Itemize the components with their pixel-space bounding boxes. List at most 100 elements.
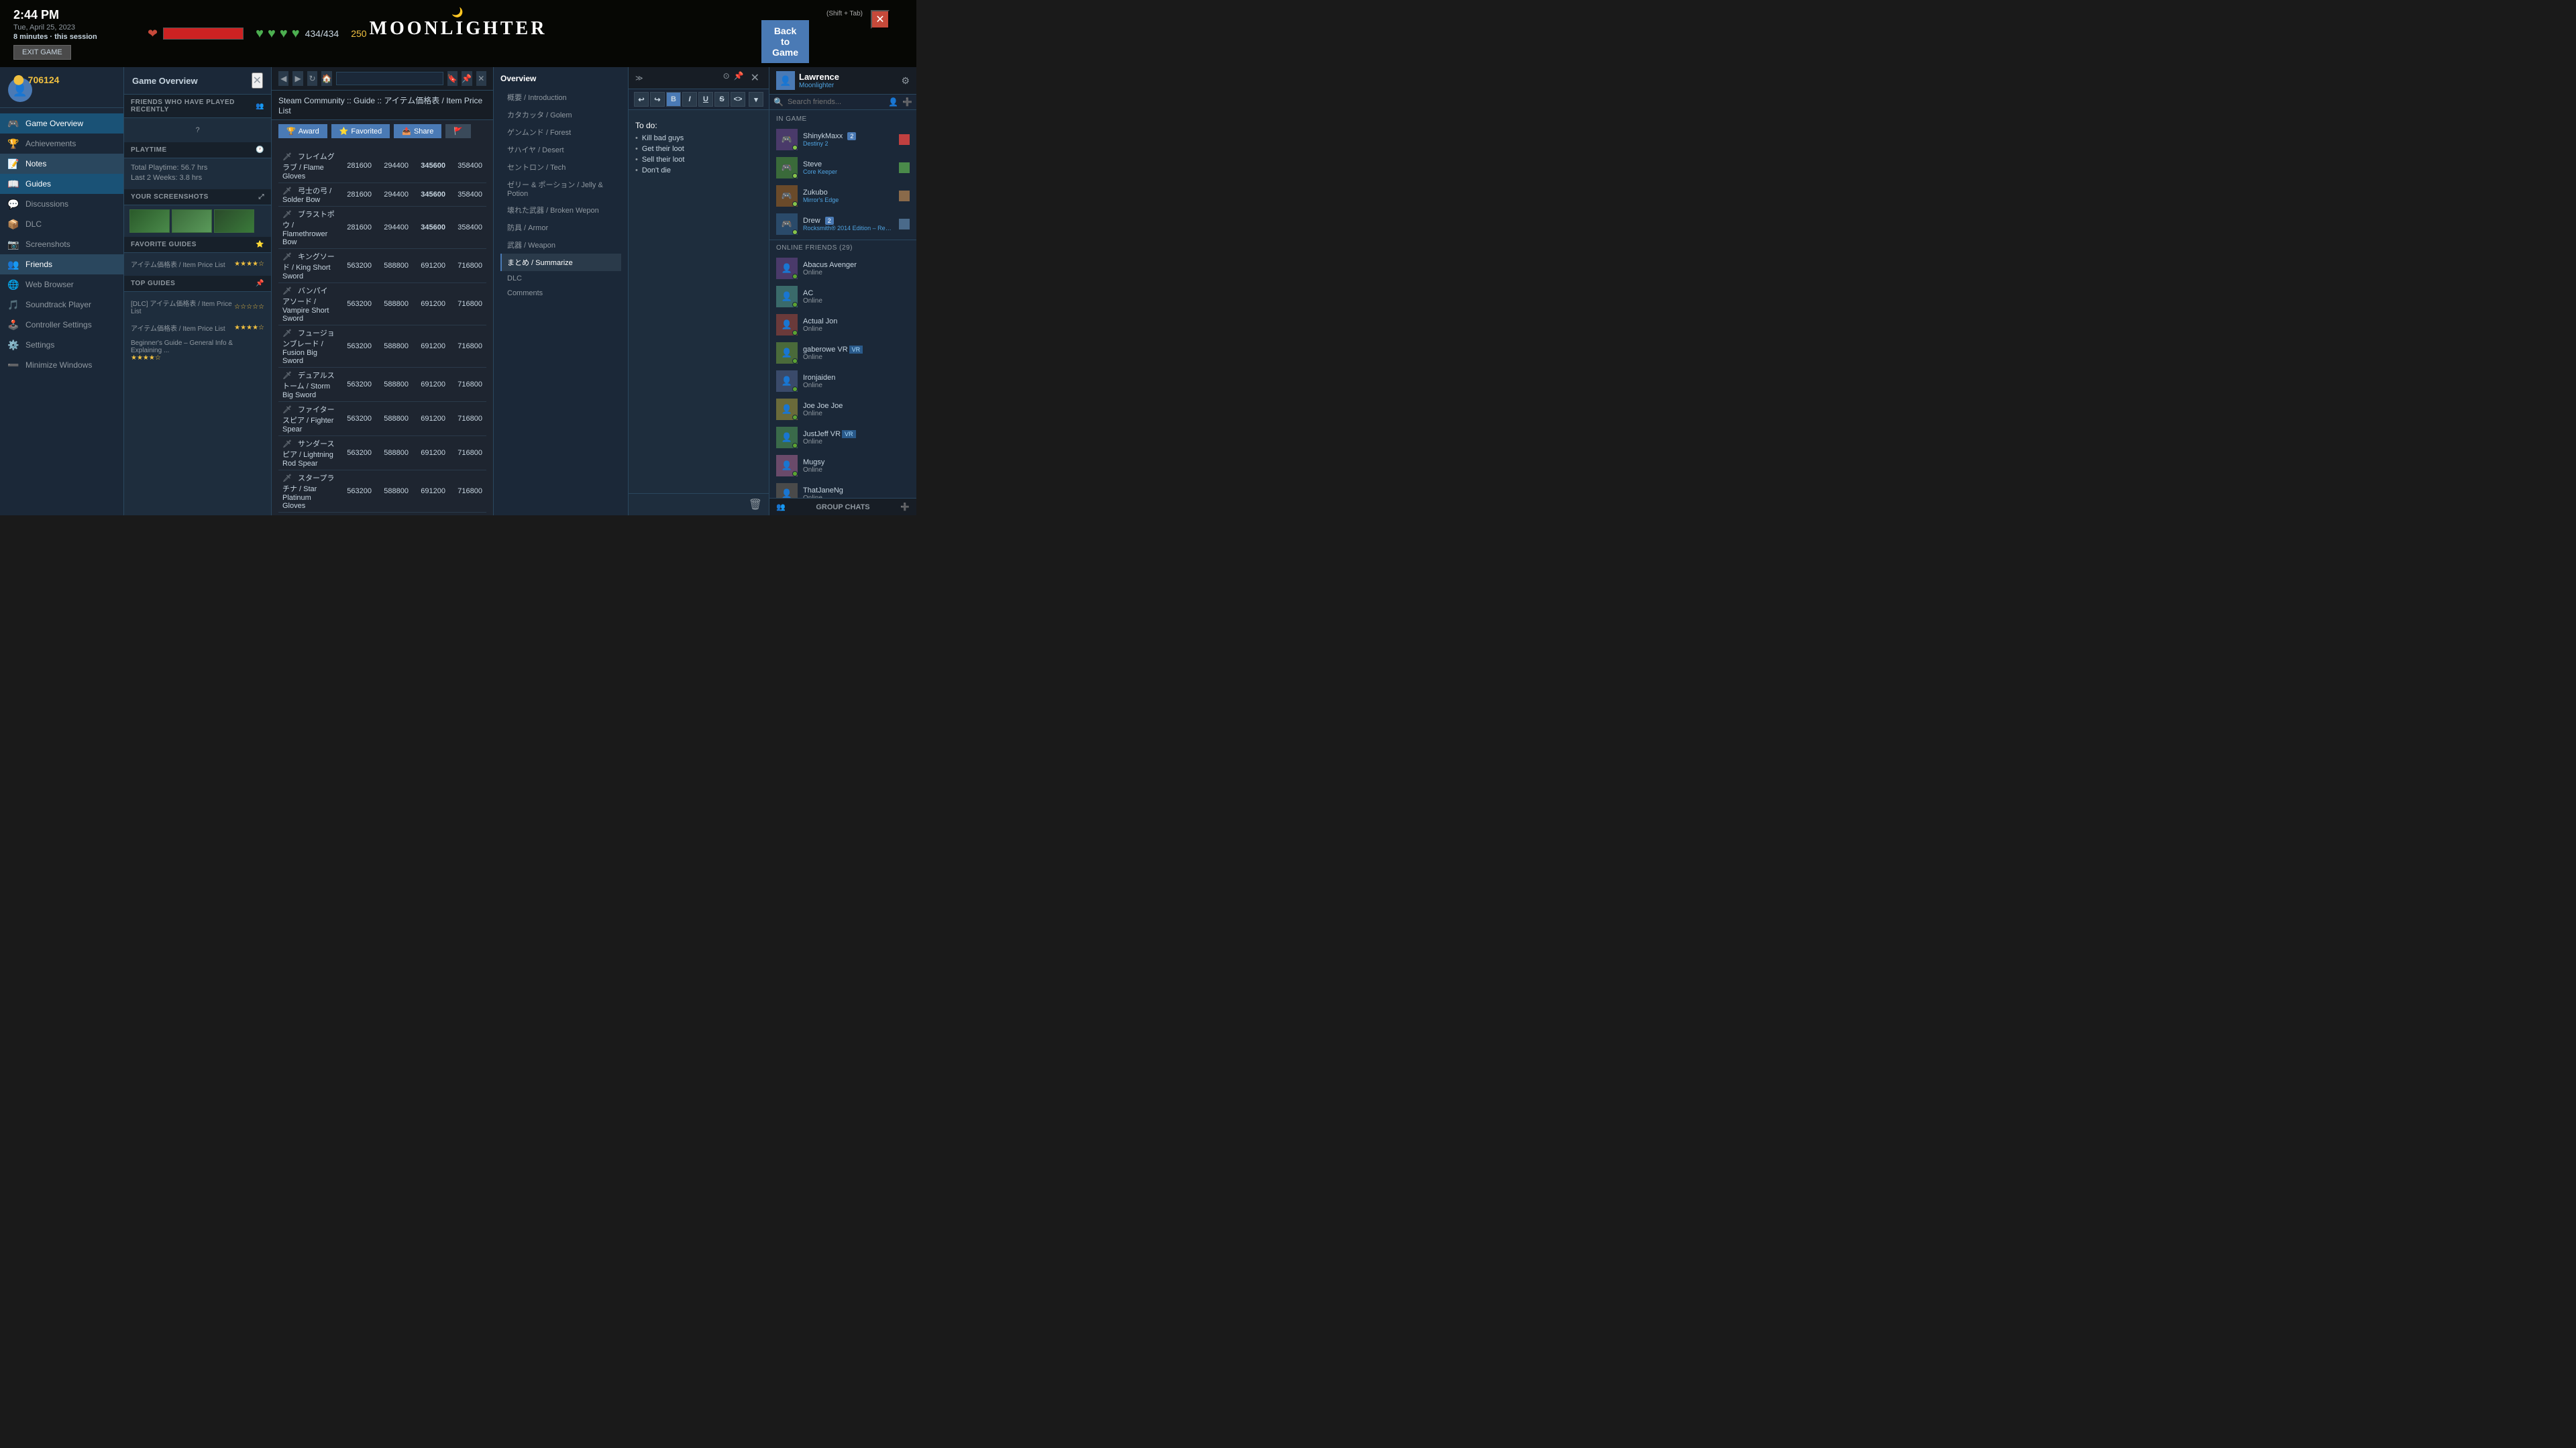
bookmark-button[interactable]: 🔖 [447, 71, 458, 86]
strikethrough-button[interactable]: S [714, 92, 729, 107]
sidebar-item-soundtrack[interactable]: 🎵 Soundtrack Player [0, 295, 123, 315]
game-overview-close-button[interactable]: ✕ [252, 72, 263, 89]
redo-button[interactable]: ↪ [650, 92, 665, 107]
toc-item-0[interactable]: 概要 / Introduction [500, 89, 621, 106]
sidebar-item-friends[interactable]: 👥 Friends [0, 254, 123, 274]
award-button[interactable]: 🏆 Award [278, 124, 327, 138]
toc-item-5[interactable]: ゼリー & ポーション / Jelly & Potion [500, 176, 621, 201]
notes-settings-icon[interactable]: ⊙ [723, 71, 730, 85]
toc-item-11[interactable]: Comments [500, 286, 621, 301]
expand-notes-button[interactable]: ▾ [749, 92, 763, 107]
price-col-1: 281600 [339, 207, 376, 249]
close-browser-button[interactable]: ✕ [476, 71, 486, 86]
toc-item-3[interactable]: サハイヤ / Desert [500, 141, 621, 158]
code-button[interactable]: <> [731, 92, 745, 107]
toc-item-10[interactable]: DLC [500, 271, 621, 286]
friend-item-joejoejoe[interactable]: 👤 Joe Joe Joe Online [769, 395, 916, 423]
top-guide-item-1[interactable]: [DLC] アイテム価格表 / Item Price List ☆☆☆☆☆ [124, 295, 271, 319]
friend-item-steve[interactable]: 🎮 Steve Core Keeper [769, 154, 916, 182]
friend-item-actualjon[interactable]: 👤 Actual Jon Online [769, 311, 916, 339]
notes-close-button[interactable]: ✕ [748, 71, 762, 85]
friend-item-abacusavenger[interactable]: 👤 Abacus Avenger Online [769, 254, 916, 282]
friend-name-2: Actual Jon [803, 317, 910, 325]
table-row: 🗡 ファイタースピア / Fighter Spear [278, 402, 339, 436]
group-chats-footer[interactable]: 👥 GROUP CHATS ➕ [769, 498, 916, 515]
toc-item-6[interactable]: 壊れた武器 / Broken Wepon [500, 201, 621, 219]
share-button[interactable]: 📤 Share [394, 124, 441, 138]
friends-search-input[interactable] [788, 98, 884, 106]
url-bar[interactable]: https://steamcommunity.com/sharedfiles/f… [336, 72, 443, 85]
sidebar-item-settings[interactable]: ⚙️ Settings [0, 335, 123, 355]
friends-filter-icon[interactable]: 👤 [888, 97, 898, 107]
friend-item-mugsy[interactable]: 👤 Mugsy Online [769, 452, 916, 480]
forward-button[interactable]: ▶ [292, 71, 303, 86]
friend-game-icon-shinykmaxxx [899, 134, 910, 145]
home-button[interactable]: 🏠 [321, 71, 331, 86]
exit-game-button[interactable]: EXIT GAME [13, 45, 71, 60]
price-col-2: 588800 [376, 325, 413, 368]
sidebar-item-dlc[interactable]: 📦 DLC [0, 214, 123, 234]
sidebar-item-controller[interactable]: 🕹️ Controller Settings [0, 315, 123, 335]
friend-item-thatjaneng[interactable]: 👤 ThatJaneNg Online [769, 480, 916, 498]
toc-item-7[interactable]: 防具 / Armor [500, 219, 621, 236]
close-overlay-button[interactable]: ✕ [871, 10, 890, 29]
favorite-guide-item-1[interactable]: アイテム価格表 / Item Price List ★★★★☆ [124, 256, 271, 273]
toc-items: 概要 / Introductionカタカッタ / Golemゲンムンド / Fo… [500, 89, 621, 301]
friend-info-drew: Drew 2 Rocksmith® 2014 Edition – Remaste… [803, 217, 894, 231]
toc-item-1[interactable]: カタカッタ / Golem [500, 106, 621, 123]
screenshot-2[interactable] [172, 209, 212, 233]
notes-toolbar: ↩ ↪ B I U S <> ▾ [629, 89, 769, 110]
add-group-chat-icon[interactable]: ➕ [900, 503, 910, 511]
underline-button[interactable]: U [698, 92, 713, 107]
top-guide-item-3[interactable]: Beginner's Guide – General Info & Explai… [124, 337, 271, 365]
notes-controls-right: ⊙ 📌 ✕ [723, 71, 762, 85]
sidebar-item-discussions[interactable]: 💬 Discussions [0, 194, 123, 214]
friend-avatar-steve: 🎮 [776, 157, 798, 178]
friend-item-gaberowevr[interactable]: 👤 gaberowe VRVR Online [769, 339, 916, 367]
toc-item-4[interactable]: セントロン / Tech [500, 158, 621, 176]
pin-button[interactable]: 📌 [462, 71, 472, 86]
friend-item-ac[interactable]: 👤 AC Online [769, 282, 916, 311]
sidebar-item-notes[interactable]: 📝 Notes [0, 154, 123, 174]
favorited-button[interactable]: ⭐ Favorited [331, 124, 390, 138]
notes-content[interactable]: To do: • Kill bad guys • Get their loot … [629, 110, 769, 493]
bold-button[interactable]: B [666, 92, 681, 107]
todo-item-1: Kill bad guys [642, 134, 684, 142]
sidebar-item-game-overview[interactable]: 🎮 Game Overview [0, 113, 123, 134]
flag-button[interactable]: 🚩 [445, 124, 471, 138]
friend-item-justjeffvr[interactable]: 👤 JustJeff VRVR Online [769, 423, 916, 452]
friends-add-icon[interactable]: ➕ [902, 97, 912, 107]
sidebar-item-screenshots[interactable]: 📷 Screenshots [0, 234, 123, 254]
top-guide-item-2[interactable]: アイテム価格表 / Item Price List ★★★★☆ [124, 319, 271, 337]
online-friends-section-header: Online Friends (29) [769, 242, 916, 254]
italic-button[interactable]: I [682, 92, 697, 107]
top-guide-name-1: [DLC] アイテム価格表 / Item Price List [131, 298, 234, 315]
friends-gear-icon[interactable]: ⚙ [901, 75, 910, 87]
back-to-game-button[interactable]: Back to Game [761, 20, 809, 63]
sidebar-item-guides[interactable]: 📖 Guides [0, 174, 123, 194]
sidebar-label-notes: Notes [25, 159, 46, 168]
toc-item-8[interactable]: 武器 / Weapon [500, 236, 621, 254]
undo-button[interactable]: ↩ [634, 92, 649, 107]
sidebar-item-web-browser[interactable]: 🌐 Web Browser [0, 274, 123, 295]
back-button[interactable]: ◀ [278, 71, 288, 86]
toc-item-2[interactable]: ゲンムンド / Forest [500, 123, 621, 141]
screenshot-1[interactable] [129, 209, 170, 233]
friend-item-drew[interactable]: 🎮 Drew 2 Rocksmith® 2014 Edition – Remas… [769, 210, 916, 238]
price-col-3: 345600 [413, 207, 449, 249]
friend-item-zukubo[interactable]: 🎮 Zukubo Mirror's Edge [769, 182, 916, 210]
delete-note-button[interactable]: 🗑 [749, 498, 762, 511]
sidebar-item-achievements[interactable]: 🏆 Achievements [0, 134, 123, 154]
search-icon: 🔍 [773, 97, 784, 107]
sidebar-item-minimize[interactable]: ➖ Minimize Windows [0, 355, 123, 375]
dlc-icon: 📦 [8, 219, 19, 229]
toc-item-9[interactable]: まとめ / Summarize [500, 254, 621, 271]
notes-pin-icon[interactable]: 📌 [734, 71, 744, 85]
friend-item-ironjaiden[interactable]: 👤 Ironjaiden Online [769, 367, 916, 395]
screenshot-3[interactable] [214, 209, 254, 233]
notes-panel: ≫ ⊙ 📌 ✕ ↩ ↪ B I U S <> ▾ To do: • Kill b… [628, 67, 769, 515]
friend-item-shinykmaxxx[interactable]: 🎮 ShinykMaxx 2 Destiny 2 [769, 125, 916, 154]
top-bar: 2:44 PM Tue, April 25, 2023 8 minutes · … [0, 0, 916, 67]
refresh-button[interactable]: ↻ [307, 71, 317, 86]
friends-header: 👤 Lawrence Moonlighter ⚙ [769, 67, 916, 95]
